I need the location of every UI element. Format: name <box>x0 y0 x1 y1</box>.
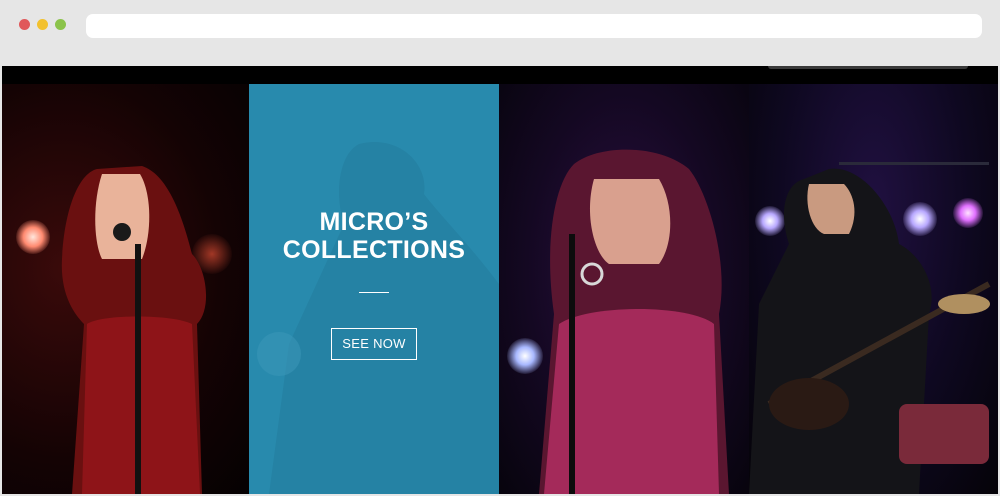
address-bar[interactable] <box>86 14 982 38</box>
collection-title: MICRO’S COLLECTIONS <box>249 208 499 264</box>
collection-card: MICRO’S COLLECTIONS SEE NOW <box>249 84 499 494</box>
top-scroll-indicator <box>768 66 968 69</box>
browser-window: MICRO’S COLLECTIONS SEE NOW <box>0 0 1000 496</box>
gallery-photo-guitarist[interactable] <box>749 84 998 494</box>
maximize-window-icon[interactable] <box>55 19 66 30</box>
guitarist-figure <box>749 162 991 494</box>
page-viewport: MICRO’S COLLECTIONS SEE NOW <box>2 66 998 494</box>
collection-title-line-2: COLLECTIONS <box>282 236 466 264</box>
close-window-icon[interactable] <box>19 19 30 30</box>
gallery-photo-singer-red[interactable] <box>2 84 249 494</box>
title-divider <box>359 292 389 293</box>
gallery-photo-singer-purple[interactable] <box>499 84 749 494</box>
collection-title-line-1: MICRO’S <box>319 208 429 236</box>
color-overlay <box>249 84 499 494</box>
browser-chrome <box>0 0 1000 52</box>
singer-figure <box>61 166 207 494</box>
minimize-window-icon[interactable] <box>37 19 48 30</box>
see-now-button[interactable]: SEE NOW <box>331 328 417 360</box>
singer-figure <box>539 149 729 494</box>
